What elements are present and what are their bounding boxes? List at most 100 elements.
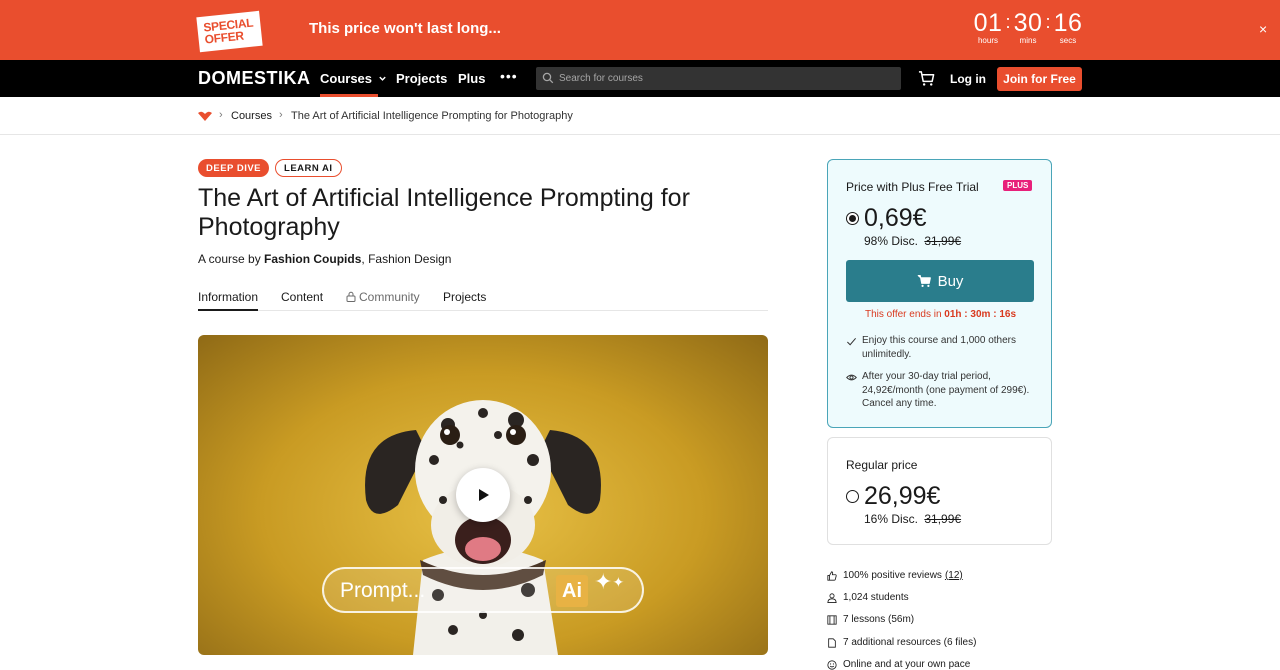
countdown-secs-value: 16 — [1053, 9, 1083, 37]
tag-learn-ai[interactable]: LEARN AI — [275, 159, 342, 177]
countdown-timer: 01 hours : 30 mins : 16 secs — [973, 10, 1083, 45]
stat-pace-text: Online and at your own pace — [843, 659, 971, 670]
breadcrumb: › Courses › The Art of Artificial Intell… — [0, 97, 1280, 135]
eye-icon — [846, 374, 857, 381]
tag-deep-dive[interactable]: DEEP DIVE — [198, 159, 270, 177]
stat-lessons: 7 lessons (56m) — [827, 614, 914, 625]
nav-projects[interactable]: Projects — [396, 71, 447, 86]
stat-reviews-text: 100% positive reviews — [843, 570, 942, 581]
plus-discount-pct: 98% Disc. — [864, 234, 919, 248]
course-byline: A course by Fashion Coupids, Fashion Des… — [198, 252, 451, 266]
regular-price-label: Regular price — [846, 458, 918, 472]
course-tags: DEEP DIVE LEARN AI — [198, 159, 342, 177]
chevron-right-icon: › — [219, 109, 223, 121]
close-icon[interactable]: × — [1259, 21, 1267, 37]
regular-discount-pct: 16% Disc. — [864, 512, 919, 526]
plus-price-radio[interactable] — [846, 212, 859, 225]
top-nav: DOMESTIKA Courses Projects Plus ••• Log … — [0, 60, 1280, 97]
cart-icon — [917, 274, 931, 287]
plus-badge: PLUS — [1003, 180, 1033, 191]
prompt-text: Prompt... — [340, 579, 426, 602]
prompt-overlay: Prompt... Ai ✦✦ — [322, 567, 644, 613]
chevron-right-icon: › — [279, 109, 283, 121]
countdown-separator: : — [1045, 12, 1051, 32]
search-icon — [542, 72, 554, 84]
countdown-separator: : — [1005, 12, 1011, 32]
stat-reviews: 100% positive reviews (12) — [827, 570, 963, 581]
stat-students-text: 1,024 students — [843, 592, 909, 603]
ai-logo: Ai — [556, 575, 588, 607]
user-icon — [827, 592, 837, 603]
plus-price-card: Price with Plus Free Trial PLUS 0,69€ 98… — [827, 159, 1052, 428]
author-link[interactable]: Fashion Coupids — [264, 252, 361, 266]
stat-pace: Online and at your own pace — [827, 659, 970, 670]
play-icon — [479, 489, 489, 501]
promo-message: This price won't last long... — [309, 20, 501, 37]
domestika-logo[interactable]: DOMESTIKA — [198, 68, 311, 89]
file-icon — [828, 637, 836, 648]
nav-plus[interactable]: Plus — [458, 71, 485, 86]
buy-button[interactable]: Buy — [846, 260, 1034, 302]
search-bar[interactable] — [536, 67, 901, 90]
tab-community-label: Community — [359, 290, 420, 304]
check-icon — [847, 337, 857, 346]
plus-price-label: Price with Plus Free Trial — [846, 180, 979, 194]
offer-ends-prefix: This offer ends in — [864, 309, 942, 320]
tab-community[interactable]: Community — [346, 290, 420, 311]
countdown-mins-value: 30 — [1013, 9, 1043, 37]
stat-students: 1,024 students — [827, 592, 909, 603]
breadcrumb-courses[interactable]: Courses — [231, 110, 272, 122]
plus-original-price: 31,99€ — [924, 234, 962, 248]
category-link[interactable]: Fashion Design — [368, 252, 451, 266]
buy-label: Buy — [937, 272, 964, 290]
countdown-hours: 01 hours — [973, 10, 1003, 45]
offer-ends-time: 01h : 30m : 16s — [944, 309, 1017, 320]
promo-banner: SPECIAL OFFER This price won't last long.… — [0, 0, 1280, 60]
cart-icon[interactable] — [918, 70, 935, 87]
breadcrumb-current: The Art of Artificial Intelligence Promp… — [291, 110, 573, 122]
byline-prefix: A course by — [198, 252, 261, 266]
film-icon — [827, 614, 837, 625]
countdown-mins: 30 mins — [1013, 10, 1043, 45]
perk-unlimited-text: Enjoy this course and 1,000 others unlim… — [862, 335, 1016, 360]
special-offer-badge: SPECIAL OFFER — [196, 10, 263, 53]
play-button[interactable] — [456, 468, 510, 522]
course-video-thumbnail[interactable]: Prompt... Ai ✦✦ — [198, 335, 768, 655]
countdown-secs-label: secs — [1059, 36, 1077, 45]
countdown-hours-value: 01 — [973, 9, 1003, 37]
tab-content[interactable]: Content — [281, 290, 323, 311]
smile-icon — [827, 659, 837, 670]
sparkle-icon: ✦✦ — [594, 569, 625, 594]
search-input[interactable] — [559, 67, 894, 90]
home-logo-icon[interactable] — [198, 111, 212, 121]
regular-discount: 16% Disc. 31,99€ — [864, 512, 961, 526]
regular-original-price: 31,99€ — [924, 512, 962, 526]
login-link[interactable]: Log in — [950, 72, 986, 86]
tab-information[interactable]: Information — [198, 290, 259, 311]
nav-courses[interactable]: Courses — [320, 71, 387, 86]
tab-projects[interactable]: Projects — [443, 290, 486, 311]
regular-price-card: Regular price 26,99€ 16% Disc. 31,99€ — [827, 437, 1052, 545]
nav-courses-label: Courses — [320, 71, 373, 86]
plus-price: 0,69€ — [864, 204, 927, 232]
countdown-secs: 16 secs — [1053, 10, 1083, 45]
reviews-count-link[interactable]: (12) — [945, 570, 963, 581]
course-tabs: Information Content Community Projects — [198, 290, 768, 311]
plus-discount: 98% Disc. 31,99€ — [864, 234, 961, 248]
perk-trial-text: After your 30-day trial period, 24,92€/m… — [862, 371, 1030, 409]
byline-comma: , — [361, 252, 365, 266]
stat-resources-text: 7 additional resources (6 files) — [843, 637, 977, 648]
chevron-down-icon — [378, 76, 386, 81]
offer-ends-text: This offer ends in 01h : 30m : 16s — [828, 309, 1053, 320]
regular-price-radio[interactable] — [846, 490, 859, 503]
thumbs-up-icon — [827, 570, 837, 581]
course-title: The Art of Artificial Intelligence Promp… — [198, 184, 690, 241]
stat-resources: 7 additional resources (6 files) — [827, 637, 976, 648]
more-icon[interactable]: ••• — [500, 68, 518, 84]
lock-icon — [346, 291, 356, 302]
countdown-hours-label: hours — [977, 36, 998, 45]
countdown-mins-label: mins — [1019, 36, 1037, 45]
join-button[interactable]: Join for Free — [997, 67, 1082, 91]
stat-lessons-text: 7 lessons (56m) — [843, 614, 915, 625]
regular-price: 26,99€ — [864, 482, 941, 510]
